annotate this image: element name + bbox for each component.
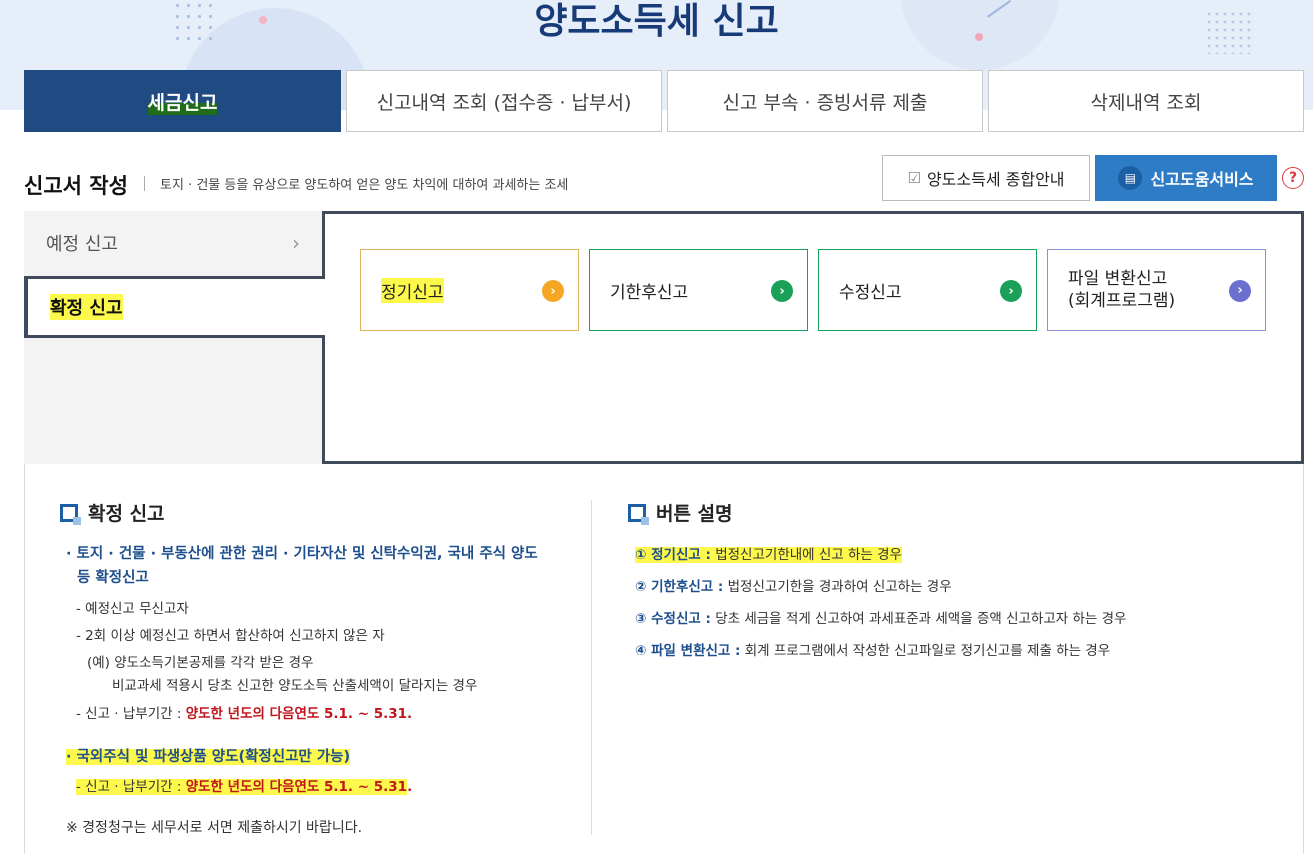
guide-button-label: 양도소득세 종합안내: [926, 170, 1065, 189]
arrow-right-icon: ›: [542, 280, 564, 302]
section-title: 신고서 작성: [24, 174, 128, 198]
late-report-button[interactable]: 기한후신고 ›: [589, 249, 808, 331]
square-bullet-icon: [628, 503, 649, 525]
arrow-right-icon: ›: [1229, 280, 1251, 302]
period-label: - 신고 · 납부기간 :: [76, 706, 186, 722]
choice-label: 정기신고: [381, 277, 444, 303]
period-value: 양도한 년도의 다음연도 5.1. ~ 5.31.: [185, 706, 413, 722]
desc-term: ③ 수정신고 :: [635, 611, 711, 627]
choice-label: 파일 변환신고: [1068, 269, 1168, 289]
desc-text: 당초 세금을 적게 신고하여 과세표준과 세액을 증액 신고하고자 하는 경우: [710, 611, 1127, 627]
info-line: - 예정신고 무신고자: [76, 601, 189, 617]
note-text: ※ 경정청구는 세무서로 서면 제출하시기 바랍니다.: [66, 820, 363, 836]
desc-line: ① 정기신고 : 법정신고기한내에 신고 하는 경우: [635, 543, 902, 563]
tab-label: 신고내역 조회 (접수증 · 납부서): [376, 91, 632, 114]
desc-term: ① 정기신고 :: [635, 547, 711, 563]
desc-text: 법정신고기한내에 신고 하는 경우: [710, 547, 902, 563]
sidebar-item-preliminary[interactable]: 예정 신고 ›: [24, 212, 324, 274]
question-icon[interactable]: ?: [1282, 167, 1304, 189]
desc-term: ② 기한후신고 :: [635, 579, 724, 595]
choice-label: 수정신고: [839, 282, 902, 303]
divider: [144, 176, 145, 191]
page-title: 양도소득세 신고: [534, 1, 779, 42]
help-service-button[interactable]: ▤ 신고도움서비스: [1095, 155, 1277, 201]
period-dot: .: [407, 779, 413, 795]
arrow-right-icon: ›: [1000, 280, 1022, 302]
info-line: · 토지 · 건물 · 부동산에 관한 권리 · 기타자산 및 신탁수익권, 국…: [66, 546, 538, 562]
info-line: (예) 양도소득기본공제를 각각 받은 경우: [87, 655, 314, 671]
button-desc-heading: 버튼 설명: [628, 499, 733, 526]
period-line: - 신고 · 납부기간 : 양도한 년도의 다음연도 5.1. ~ 5.31.: [76, 702, 412, 722]
square-bullet-icon: [60, 503, 81, 525]
desc-term: ④ 파일 변환신고 :: [635, 643, 741, 659]
amended-report-button[interactable]: 수정신고 ›: [818, 249, 1037, 331]
heading-label: 확정 신고: [88, 503, 165, 525]
sidebar-item-label: 예정 신고: [46, 234, 118, 255]
file-convert-report-button[interactable]: 파일 변환신고 (회계프로그램) ›: [1047, 249, 1266, 331]
info-line: 등 확정신고: [77, 570, 149, 586]
period-label: - 신고 · 납부기간 :: [76, 779, 186, 795]
tab-deleted-history[interactable]: 삭제내역 조회: [988, 70, 1304, 132]
info-line: · 국외주식 및 파생상품 양도(확정신고만 가능): [66, 745, 351, 766]
final-report-heading: 확정 신고: [60, 499, 165, 526]
help-button-label: 신고도움서비스: [1150, 170, 1254, 189]
heading-label: 버튼 설명: [656, 503, 733, 525]
period-line: - 신고 · 납부기간 : 양도한 년도의 다음연도 5.1. ~ 5.31.: [76, 775, 412, 795]
arrow-right-icon: ›: [771, 280, 793, 302]
guide-button[interactable]: ☑ 양도소득세 종합안내: [882, 155, 1090, 201]
divider: [591, 500, 592, 835]
tab-label: 삭제내역 조회: [1090, 91, 1202, 114]
checkbox-icon: ☑: [907, 169, 921, 187]
sidebar-item-final[interactable]: 확정 신고: [24, 276, 324, 338]
desc-line: ④ 파일 변환신고 : 회계 프로그램에서 작성한 신고파일로 정기신고를 제출…: [635, 639, 1110, 659]
info-line: - 2회 이상 예정신고 하면서 합산하여 신고하지 않은 자: [76, 628, 385, 644]
tab-report-history[interactable]: 신고내역 조회 (접수증 · 납부서): [346, 70, 662, 132]
section-description: 토지 · 건물 등을 유상으로 양도하여 얻은 양도 차익에 대하여 과세하는 …: [160, 178, 569, 193]
period-value: 양도한 년도의 다음연도 5.1. ~ 5.31: [185, 779, 408, 795]
tab-label: 신고 부속 · 증빙서류 제출: [722, 91, 928, 114]
desc-text: 법정신고기한을 경과하여 신고하는 경우: [723, 579, 952, 595]
book-icon: ▤: [1118, 166, 1143, 190]
choice-label: 기한후신고: [610, 282, 689, 303]
desc-line: ② 기한후신고 : 법정신고기한을 경과하여 신고하는 경우: [635, 575, 952, 595]
desc-line: ③ 수정신고 : 당초 세금을 적게 신고하여 과세표준과 세액을 증액 신고하…: [635, 607, 1126, 627]
tab-attachments[interactable]: 신고 부속 · 증빙서류 제출: [667, 70, 983, 132]
highlighted-text: · 국외주식 및 파생상품 양도(확정신고만 가능): [66, 749, 351, 765]
info-line: 비교과세 적용시 당초 신고한 양도소득 산출세액이 달라지는 경우: [112, 678, 478, 694]
tab-connector: [321, 279, 327, 335]
desc-text: 회계 프로그램에서 작성한 신고파일로 정기신고를 제출 하는 경우: [740, 643, 1111, 659]
tab-label: 세금신고: [147, 87, 218, 115]
chevron-right-icon: ›: [292, 231, 300, 255]
tab-tax-report[interactable]: 세금신고: [24, 70, 341, 132]
regular-report-button[interactable]: 정기신고 ›: [360, 249, 579, 331]
choice-label: (회계프로그램): [1068, 291, 1176, 311]
sidebar-item-label: 확정 신고: [50, 294, 123, 320]
